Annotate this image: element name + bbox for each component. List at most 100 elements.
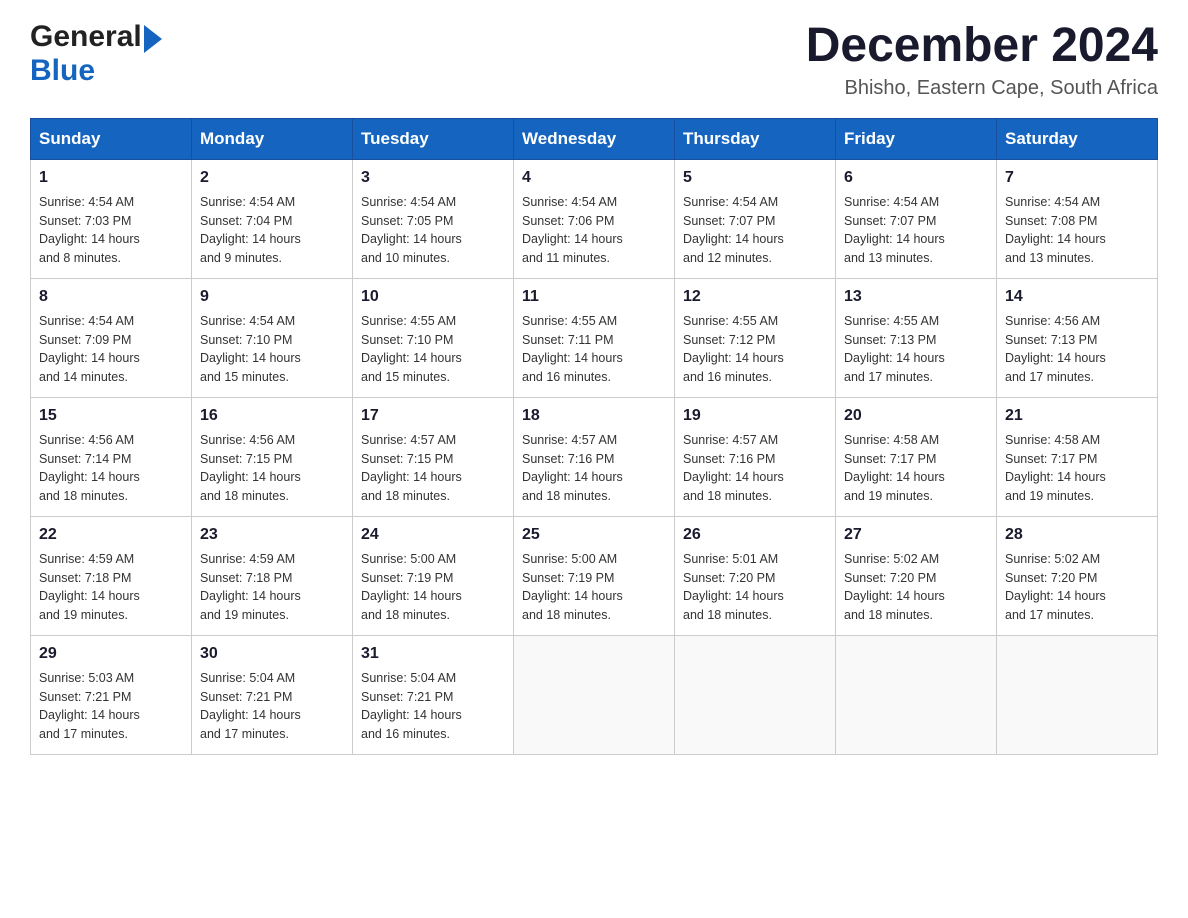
day-number: 10 — [361, 285, 505, 309]
day-info: Sunrise: 4:58 AMSunset: 7:17 PMDaylight:… — [1005, 431, 1149, 506]
day-number: 4 — [522, 166, 666, 190]
day-info: Sunrise: 5:04 AMSunset: 7:21 PMDaylight:… — [200, 669, 344, 744]
col-monday: Monday — [192, 118, 353, 159]
day-info: Sunrise: 4:56 AMSunset: 7:13 PMDaylight:… — [1005, 312, 1149, 387]
day-number: 6 — [844, 166, 988, 190]
calendar-cell: 11 Sunrise: 4:55 AMSunset: 7:11 PMDayligh… — [514, 278, 675, 397]
calendar-cell: 6 Sunrise: 4:54 AMSunset: 7:07 PMDaylight… — [836, 159, 997, 278]
calendar-cell: 26 Sunrise: 5:01 AMSunset: 7:20 PMDayligh… — [675, 516, 836, 635]
col-thursday: Thursday — [675, 118, 836, 159]
day-number: 23 — [200, 523, 344, 547]
day-info: Sunrise: 4:55 AMSunset: 7:13 PMDaylight:… — [844, 312, 988, 387]
day-number: 20 — [844, 404, 988, 428]
calendar-table: Sunday Monday Tuesday Wednesday Thursday… — [30, 118, 1158, 755]
calendar-cell: 7 Sunrise: 4:54 AMSunset: 7:08 PMDaylight… — [997, 159, 1158, 278]
day-info: Sunrise: 4:54 AMSunset: 7:09 PMDaylight:… — [39, 312, 183, 387]
day-info: Sunrise: 4:59 AMSunset: 7:18 PMDaylight:… — [39, 550, 183, 625]
day-info: Sunrise: 4:57 AMSunset: 7:15 PMDaylight:… — [361, 431, 505, 506]
calendar-cell: 15Sunrise: 4:56 AMSunset: 7:14 PMDayligh… — [31, 397, 192, 516]
calendar-cell: 19 Sunrise: 4:57 AMSunset: 7:16 PMDayligh… — [675, 397, 836, 516]
calendar-cell: 18Sunrise: 4:57 AMSunset: 7:16 PMDayligh… — [514, 397, 675, 516]
day-info: Sunrise: 4:55 AMSunset: 7:11 PMDaylight:… — [522, 312, 666, 387]
col-tuesday: Tuesday — [353, 118, 514, 159]
day-info: Sunrise: 4:54 AMSunset: 7:08 PMDaylight:… — [1005, 193, 1149, 268]
calendar-cell: 2 Sunrise: 4:54 AMSunset: 7:04 PMDaylight… — [192, 159, 353, 278]
calendar-week-row-2: 8 Sunrise: 4:54 AMSunset: 7:09 PMDaylight… — [31, 278, 1158, 397]
calendar-cell — [514, 635, 675, 754]
day-number: 16 — [200, 404, 344, 428]
month-title: December 2024 — [806, 20, 1158, 73]
day-info: Sunrise: 4:54 AMSunset: 7:03 PMDaylight:… — [39, 193, 183, 268]
calendar-cell: 5 Sunrise: 4:54 AMSunset: 7:07 PMDaylight… — [675, 159, 836, 278]
day-info: Sunrise: 4:59 AMSunset: 7:18 PMDaylight:… — [200, 550, 344, 625]
calendar-cell: 12 Sunrise: 4:55 AMSunset: 7:12 PMDayligh… — [675, 278, 836, 397]
day-info: Sunrise: 5:02 AMSunset: 7:20 PMDaylight:… — [1005, 550, 1149, 625]
calendar-cell: 25 Sunrise: 5:00 AMSunset: 7:19 PMDayligh… — [514, 516, 675, 635]
day-number: 28 — [1005, 523, 1149, 547]
location-text: Bhisho, Eastern Cape, South Africa — [806, 77, 1158, 100]
day-info: Sunrise: 4:57 AMSunset: 7:16 PMDaylight:… — [683, 431, 827, 506]
col-wednesday: Wednesday — [514, 118, 675, 159]
day-info: Sunrise: 4:54 AMSunset: 7:10 PMDaylight:… — [200, 312, 344, 387]
calendar-cell: 29Sunrise: 5:03 AMSunset: 7:21 PMDayligh… — [31, 635, 192, 754]
logo-blue-text: Blue — [30, 54, 95, 88]
day-number: 3 — [361, 166, 505, 190]
day-info: Sunrise: 5:00 AMSunset: 7:19 PMDaylight:… — [361, 550, 505, 625]
day-info: Sunrise: 4:54 AMSunset: 7:06 PMDaylight:… — [522, 193, 666, 268]
calendar-cell: 10Sunrise: 4:55 AMSunset: 7:10 PMDayligh… — [353, 278, 514, 397]
calendar-cell: 8 Sunrise: 4:54 AMSunset: 7:09 PMDaylight… — [31, 278, 192, 397]
calendar-week-row-4: 22 Sunrise: 4:59 AMSunset: 7:18 PMDayligh… — [31, 516, 1158, 635]
calendar-week-row-5: 29Sunrise: 5:03 AMSunset: 7:21 PMDayligh… — [31, 635, 1158, 754]
calendar-cell: 3 Sunrise: 4:54 AMSunset: 7:05 PMDaylight… — [353, 159, 514, 278]
day-number: 18 — [522, 404, 666, 428]
day-number: 5 — [683, 166, 827, 190]
header-right: December 2024 Bhisho, Eastern Cape, Sout… — [806, 20, 1158, 100]
calendar-cell — [997, 635, 1158, 754]
day-info: Sunrise: 5:02 AMSunset: 7:20 PMDaylight:… — [844, 550, 988, 625]
day-info: Sunrise: 4:54 AMSunset: 7:05 PMDaylight:… — [361, 193, 505, 268]
day-number: 27 — [844, 523, 988, 547]
calendar-cell: 17 Sunrise: 4:57 AMSunset: 7:15 PMDayligh… — [353, 397, 514, 516]
calendar-cell: 24Sunrise: 5:00 AMSunset: 7:19 PMDayligh… — [353, 516, 514, 635]
day-number: 22 — [39, 523, 183, 547]
day-info: Sunrise: 4:55 AMSunset: 7:12 PMDaylight:… — [683, 312, 827, 387]
logo-arrow-icon — [144, 25, 162, 53]
calendar-cell: 16 Sunrise: 4:56 AMSunset: 7:15 PMDayligh… — [192, 397, 353, 516]
day-info: Sunrise: 5:03 AMSunset: 7:21 PMDaylight:… — [39, 669, 183, 744]
calendar-week-row-1: 1 Sunrise: 4:54 AMSunset: 7:03 PMDaylight… — [31, 159, 1158, 278]
calendar-cell: 4 Sunrise: 4:54 AMSunset: 7:06 PMDaylight… — [514, 159, 675, 278]
calendar-cell: 21 Sunrise: 4:58 AMSunset: 7:17 PMDayligh… — [997, 397, 1158, 516]
day-number: 21 — [1005, 404, 1149, 428]
day-number: 1 — [39, 166, 183, 190]
day-number: 17 — [361, 404, 505, 428]
col-friday: Friday — [836, 118, 997, 159]
day-number: 7 — [1005, 166, 1149, 190]
day-number: 19 — [683, 404, 827, 428]
calendar-cell — [836, 635, 997, 754]
day-number: 30 — [200, 642, 344, 666]
day-number: 31 — [361, 642, 505, 666]
day-info: Sunrise: 4:56 AMSunset: 7:14 PMDaylight:… — [39, 431, 183, 506]
day-number: 2 — [200, 166, 344, 190]
col-saturday: Saturday — [997, 118, 1158, 159]
day-info: Sunrise: 4:54 AMSunset: 7:04 PMDaylight:… — [200, 193, 344, 268]
day-number: 25 — [522, 523, 666, 547]
day-info: Sunrise: 4:54 AMSunset: 7:07 PMDaylight:… — [844, 193, 988, 268]
calendar-cell: 31 Sunrise: 5:04 AMSunset: 7:21 PMDayligh… — [353, 635, 514, 754]
calendar-week-row-3: 15Sunrise: 4:56 AMSunset: 7:14 PMDayligh… — [31, 397, 1158, 516]
day-info: Sunrise: 4:54 AMSunset: 7:07 PMDaylight:… — [683, 193, 827, 268]
calendar-cell: 23 Sunrise: 4:59 AMSunset: 7:18 PMDayligh… — [192, 516, 353, 635]
day-number: 12 — [683, 285, 827, 309]
logo: General Blue — [30, 20, 162, 88]
day-info: Sunrise: 5:04 AMSunset: 7:21 PMDaylight:… — [361, 669, 505, 744]
day-info: Sunrise: 4:56 AMSunset: 7:15 PMDaylight:… — [200, 431, 344, 506]
day-number: 26 — [683, 523, 827, 547]
day-info: Sunrise: 5:01 AMSunset: 7:20 PMDaylight:… — [683, 550, 827, 625]
day-info: Sunrise: 4:58 AMSunset: 7:17 PMDaylight:… — [844, 431, 988, 506]
calendar-cell: 9Sunrise: 4:54 AMSunset: 7:10 PMDaylight… — [192, 278, 353, 397]
calendar-cell: 30 Sunrise: 5:04 AMSunset: 7:21 PMDayligh… — [192, 635, 353, 754]
day-info: Sunrise: 5:00 AMSunset: 7:19 PMDaylight:… — [522, 550, 666, 625]
day-number: 11 — [522, 285, 666, 309]
day-number: 8 — [39, 285, 183, 309]
calendar-cell: 13Sunrise: 4:55 AMSunset: 7:13 PMDayligh… — [836, 278, 997, 397]
